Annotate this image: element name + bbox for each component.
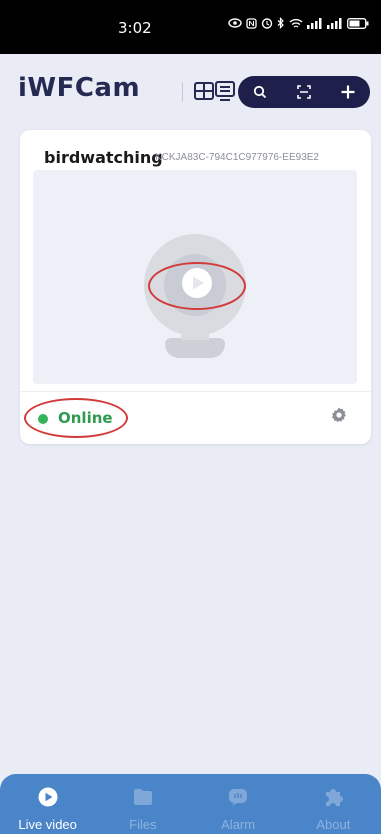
nav-live-video[interactable]: Live video xyxy=(0,774,95,834)
nav-files[interactable]: Files xyxy=(95,774,190,834)
app-header: iWFCam xyxy=(0,54,381,124)
header-actions xyxy=(238,76,370,108)
scan-icon[interactable] xyxy=(289,77,319,107)
card-divider xyxy=(20,391,371,392)
add-icon[interactable] xyxy=(333,77,363,107)
nav-label: Files xyxy=(129,817,157,832)
nfc-icon xyxy=(246,17,257,32)
puzzle-icon xyxy=(326,789,344,806)
wifi-icon xyxy=(289,18,303,32)
status-dot xyxy=(38,414,48,424)
alarm-chat-icon xyxy=(229,789,248,806)
play-circle-icon xyxy=(38,787,58,807)
app-title: iWFCam xyxy=(18,73,141,103)
camera-device-id: KCKJA83C-794C1C977976-EE93E2 xyxy=(155,152,319,163)
gear-icon xyxy=(331,407,346,423)
eye-icon xyxy=(228,18,242,31)
play-annotation-ring xyxy=(148,262,246,310)
status-label: Online xyxy=(58,409,113,427)
list-view-icon[interactable] xyxy=(214,80,236,102)
signal-icon xyxy=(307,17,323,32)
folder-icon xyxy=(133,789,152,805)
grid-view-icon[interactable] xyxy=(193,80,215,102)
status-icons xyxy=(228,17,369,32)
alarm-clock-icon xyxy=(261,17,273,32)
camera-name: birdwatching xyxy=(44,148,163,167)
nav-label: Alarm xyxy=(221,817,256,832)
camera-settings-button[interactable] xyxy=(326,402,352,428)
status-time: 3:02 xyxy=(118,19,152,37)
camera-card[interactable]: birdwatching KCKJA83C-794C1C977976-EE93E… xyxy=(20,130,371,444)
search-icon[interactable] xyxy=(245,77,275,107)
nav-label: Live video xyxy=(18,817,77,832)
nav-alarm[interactable]: Alarm xyxy=(191,774,286,834)
header-divider xyxy=(182,82,183,102)
online-status: Online xyxy=(24,398,134,440)
nav-about[interactable]: About xyxy=(286,774,381,834)
signal-icon xyxy=(327,17,343,32)
battery-icon xyxy=(347,17,369,32)
bluetooth-icon xyxy=(277,17,285,32)
camera-preview[interactable] xyxy=(33,170,357,384)
status-bar: 3:02 xyxy=(0,0,381,54)
nav-label: About xyxy=(316,817,351,832)
bottom-nav: Live video Files Alarm About xyxy=(0,774,381,834)
